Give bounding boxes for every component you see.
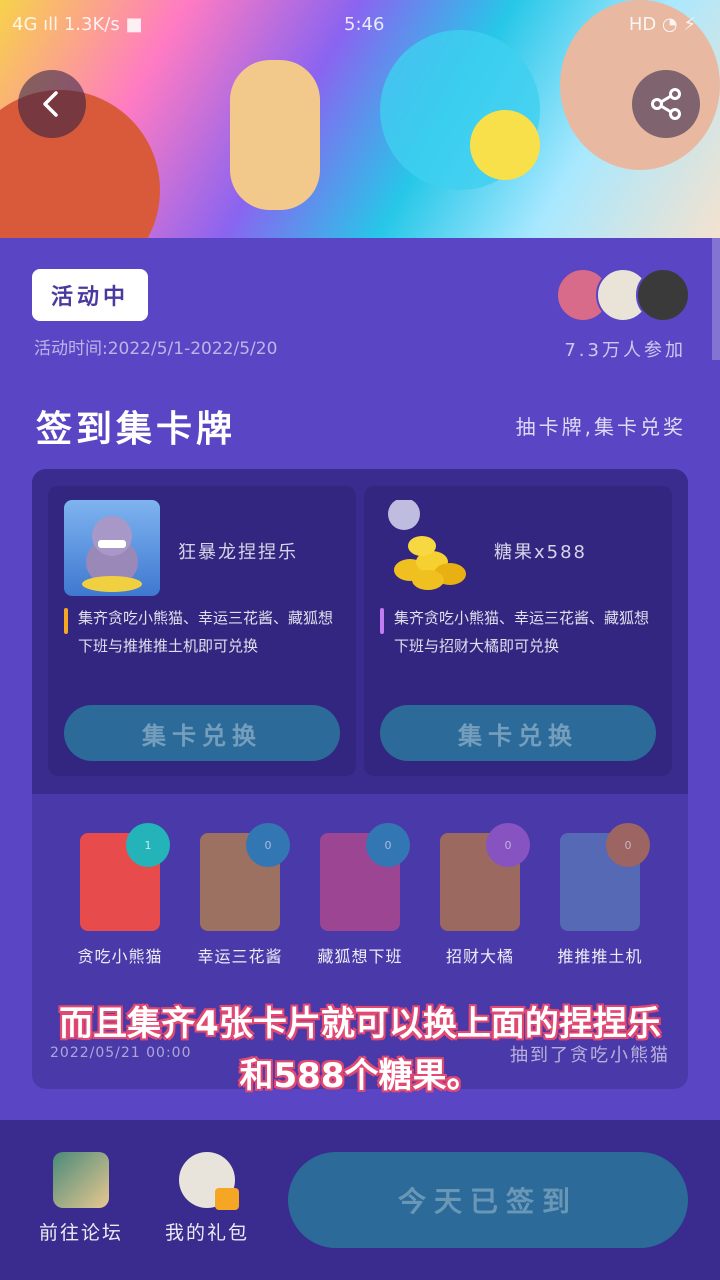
checkin-button[interactable]: 今天已签到	[288, 1152, 688, 1248]
card-bulldozer[interactable]: 0	[560, 823, 650, 931]
back-button[interactable]	[18, 70, 86, 138]
card-lucky-cat[interactable]: 0	[440, 823, 530, 931]
reward-description: 集齐贪吃小熊猫、幸运三花酱、藏狐想下班与推推推土机即可兑换	[78, 609, 334, 655]
candy-image	[380, 498, 476, 596]
dinosaur-toy-image	[64, 500, 160, 596]
reward-description: 集齐贪吃小熊猫、幸运三花酱、藏狐想下班与招财大橘即可兑换	[394, 609, 650, 655]
participant-avatars	[556, 268, 690, 322]
banner-art-face	[470, 110, 540, 180]
bottom-bar: 前往论坛 我的礼包 今天已签到	[0, 1120, 720, 1280]
status-time: 5:46	[344, 14, 385, 35]
caption-line-2: 和588个糖果。	[239, 1056, 481, 1096]
banner-art-character	[230, 60, 320, 210]
gifts-label: 我的礼包	[164, 1222, 249, 1244]
section-title: 签到集卡牌	[36, 409, 237, 450]
card-list: 1 贪吃小熊猫 0 幸运三花酱 0 藏狐想下班 0 招财大橘 0 推推推土机	[32, 809, 688, 969]
card-label: 贪吃小熊猫	[77, 947, 163, 966]
gifts-nav[interactable]: 我的礼包	[152, 1152, 262, 1245]
participant-count: 7.3万人参加	[564, 340, 686, 361]
activity-time: 活动时间:2022/5/1-2022/5/20	[34, 339, 278, 359]
rewards-area: 狂暴龙捏捏乐 集齐贪吃小熊猫、幸运三花酱、藏狐想下班与推推推土机即可兑换 集卡兑…	[32, 469, 688, 794]
video-caption: 而且集齐4张卡片就可以换上面的捏捏乐 和588个糖果。	[0, 998, 720, 1102]
card-count-badge: 0	[246, 823, 290, 867]
card-calico[interactable]: 0	[200, 823, 290, 931]
caption-line-1: 而且集齐4张卡片就可以换上面的捏捏乐	[59, 1004, 661, 1044]
forum-label: 前往论坛	[38, 1222, 123, 1244]
section-subtitle: 抽卡牌,集卡兑奖	[515, 415, 686, 439]
card-count-badge: 0	[366, 823, 410, 867]
status-right: HD ◔ ⚡	[628, 14, 696, 35]
reward-name: 狂暴龙捏捏乐	[178, 542, 298, 563]
card-count-badge: 0	[486, 823, 530, 867]
reward-item: 狂暴龙捏捏乐 集齐贪吃小熊猫、幸运三花酱、藏狐想下班与推推推土机即可兑换 集卡兑…	[48, 486, 356, 776]
status-bar: 4G ıll 1.3K/s ■ 5:46 HD ◔ ⚡	[0, 10, 720, 40]
card-collection-panel: 狂暴龙捏捏乐 集齐贪吃小熊猫、幸运三花酱、藏狐想下班与推推推土机即可兑换 集卡兑…	[32, 469, 688, 1089]
share-icon	[651, 88, 681, 120]
reward-name: 糖果x588	[494, 542, 588, 563]
redeem-button[interactable]: 集卡兑换	[64, 705, 340, 761]
card-label: 招财大橘	[445, 947, 514, 966]
scrollbar[interactable]	[712, 238, 720, 360]
card-count-badge: 1	[126, 823, 170, 867]
card-panda[interactable]: 1	[80, 823, 170, 931]
avatar	[636, 268, 690, 322]
redeem-button[interactable]: 集卡兑换	[380, 705, 656, 761]
card-label: 幸运三花酱	[197, 947, 283, 966]
card-count-badge: 0	[606, 823, 650, 867]
card-fox[interactable]: 0	[320, 823, 410, 931]
back-arrow-icon	[43, 91, 58, 117]
card-label: 推推推土机	[557, 947, 643, 966]
status-network: 4G ıll 1.3K/s ■	[12, 14, 143, 35]
share-button[interactable]	[632, 70, 700, 138]
reward-item: 糖果x588 集齐贪吃小熊猫、幸运三花酱、藏狐想下班与招财大橘即可兑换 集卡兑换	[364, 486, 672, 776]
card-label: 藏狐想下班	[317, 947, 403, 966]
forum-nav[interactable]: 前往论坛	[26, 1152, 136, 1245]
status-badge: 活动中	[32, 269, 148, 321]
forum-icon	[53, 1152, 109, 1208]
gift-icon	[179, 1152, 239, 1210]
activity-banner: 4G ıll 1.3K/s ■ 5:46 HD ◔ ⚡	[0, 0, 720, 238]
